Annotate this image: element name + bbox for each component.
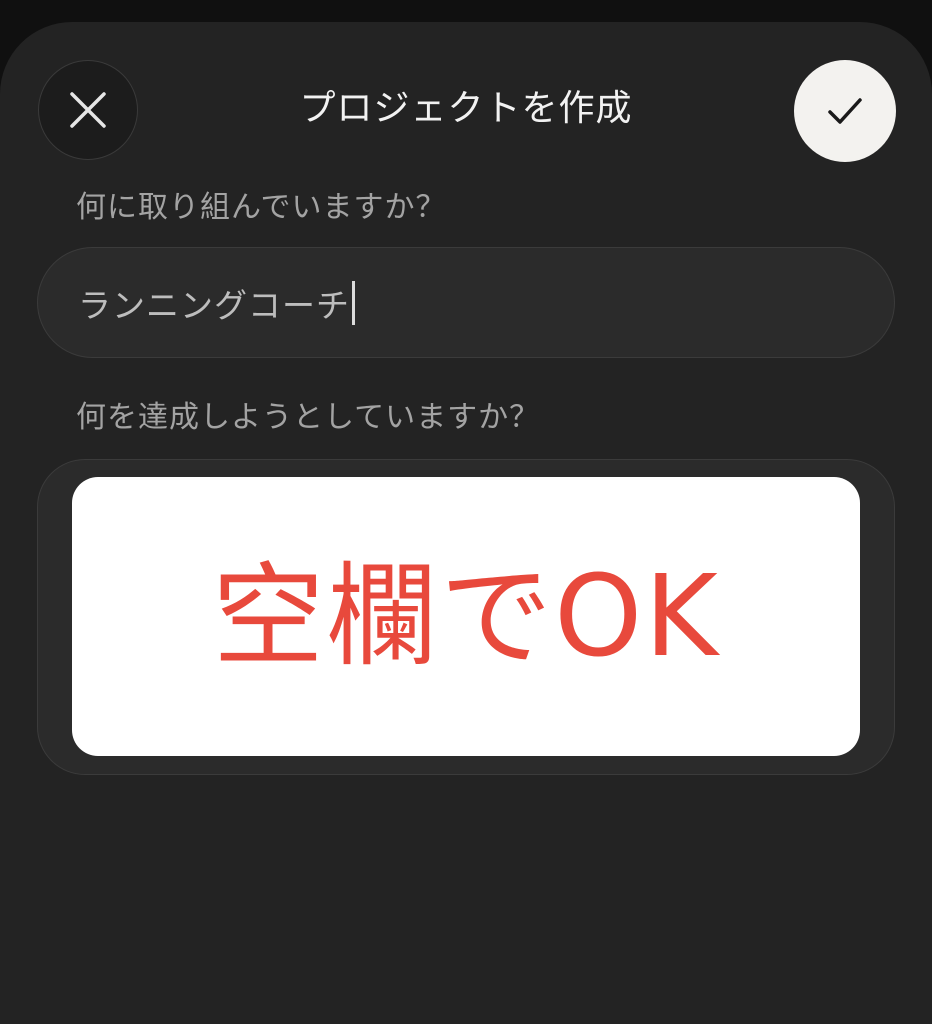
question-label-focus: 何に取り組んでいますか？ <box>76 190 447 225</box>
checkmark-icon <box>828 98 862 124</box>
project-focus-input[interactable]: ランニングコーチ <box>37 247 895 358</box>
screen: プロジェクトを作成 何に取り組んでいますか？ ランニングコーチ 何を達成しようと… <box>0 0 932 1024</box>
close-button[interactable] <box>38 60 138 160</box>
create-project-sheet: プロジェクトを作成 何に取り組んでいますか？ ランニングコーチ 何を達成しようと… <box>0 22 932 1024</box>
confirm-button[interactable] <box>794 60 896 162</box>
annotation-card: 空欄でOK <box>72 477 860 756</box>
project-focus-value: ランニングコーチ <box>78 285 350 325</box>
question-label-goal: 何を達成しようとしていますか？ <box>76 400 541 435</box>
page-title: プロジェクトを作成 <box>299 88 633 129</box>
text-caret <box>352 280 355 325</box>
close-icon <box>70 92 106 128</box>
annotation-text: 空欄でOK <box>212 551 720 682</box>
